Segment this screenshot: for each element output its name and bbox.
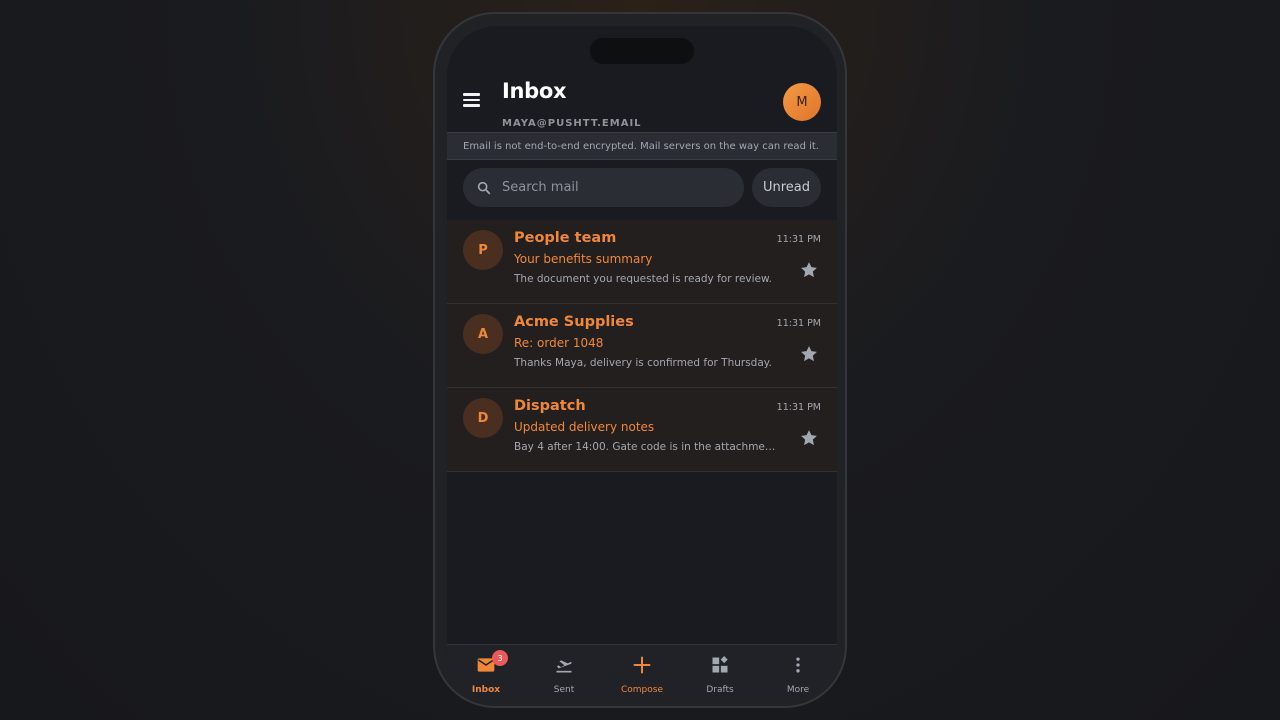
email-time: 11:31 PM (776, 402, 821, 413)
unread-filter-button[interactable]: Unread (752, 168, 821, 207)
sender-avatar: D (463, 398, 503, 438)
email-subject: Re: order 1048 (514, 336, 604, 350)
email-row[interactable]: P People team Your benefits summary The … (447, 220, 837, 304)
unread-count-badge: 3 (492, 650, 508, 666)
nav-inbox[interactable]: 3 Inbox (447, 645, 525, 698)
email-preview: Bay 4 after 14:00. Gate code is in the a… (514, 441, 776, 453)
nav-more[interactable]: More (759, 645, 837, 698)
email-list: P People team Your benefits summary The … (447, 220, 837, 472)
sender-avatar: P (463, 230, 503, 270)
menu-button[interactable] (463, 90, 485, 110)
nav-label: More (786, 685, 810, 695)
nav-drafts[interactable]: Drafts (681, 645, 759, 698)
email-row[interactable]: A Acme Supplies Re: order 1048 Thanks Ma… (447, 304, 837, 388)
email-preview: Thanks Maya, delivery is confirmed for T… (514, 357, 772, 369)
account-avatar[interactable]: M (783, 83, 821, 121)
widgets-icon (712, 656, 728, 673)
more-vertical-icon (796, 657, 800, 673)
app-screen: Inbox MAYA@PUSHTT.EMAIL M Email is not e… (447, 26, 837, 698)
nav-sent[interactable]: Sent (525, 645, 603, 698)
star-icon[interactable] (799, 344, 819, 364)
dynamic-island (590, 38, 694, 64)
email-sender: People team (514, 230, 617, 246)
search-input[interactable] (502, 180, 722, 195)
app-header: Inbox MAYA@PUSHTT.EMAIL M (447, 70, 837, 132)
bottom-nav: 3 Inbox Sent Compose Drafts More (447, 644, 837, 698)
phone-frame: Inbox MAYA@PUSHTT.EMAIL M Email is not e… (433, 12, 847, 708)
email-row[interactable]: D Dispatch Updated delivery notes Bay 4 … (447, 388, 837, 472)
star-icon[interactable] (799, 260, 819, 280)
encryption-warning-banner: Email is not end-to-end encrypted. Mail … (447, 132, 837, 160)
nav-label: Compose (620, 685, 663, 695)
email-time: 11:31 PM (776, 318, 821, 329)
star-icon[interactable] (799, 428, 819, 448)
sender-avatar: A (463, 314, 503, 354)
nav-compose[interactable]: Compose (603, 645, 681, 698)
page-title: Inbox (502, 79, 567, 103)
account-email: MAYA@PUSHTT.EMAIL (502, 118, 642, 129)
email-subject: Your benefits summary (514, 252, 653, 266)
flight-takeoff-icon (556, 660, 572, 673)
nav-label: Drafts (706, 685, 734, 695)
plus-icon (633, 656, 651, 674)
email-subject: Updated delivery notes (514, 420, 655, 434)
email-time: 11:31 PM (776, 234, 821, 245)
nav-label: Inbox (471, 685, 501, 695)
email-sender: Dispatch (514, 398, 586, 414)
nav-label: Sent (553, 685, 575, 695)
email-sender: Acme Supplies (514, 314, 634, 330)
search-bar[interactable] (463, 168, 744, 207)
search-icon (477, 181, 491, 194)
email-preview: The document you requested is ready for … (514, 273, 772, 285)
